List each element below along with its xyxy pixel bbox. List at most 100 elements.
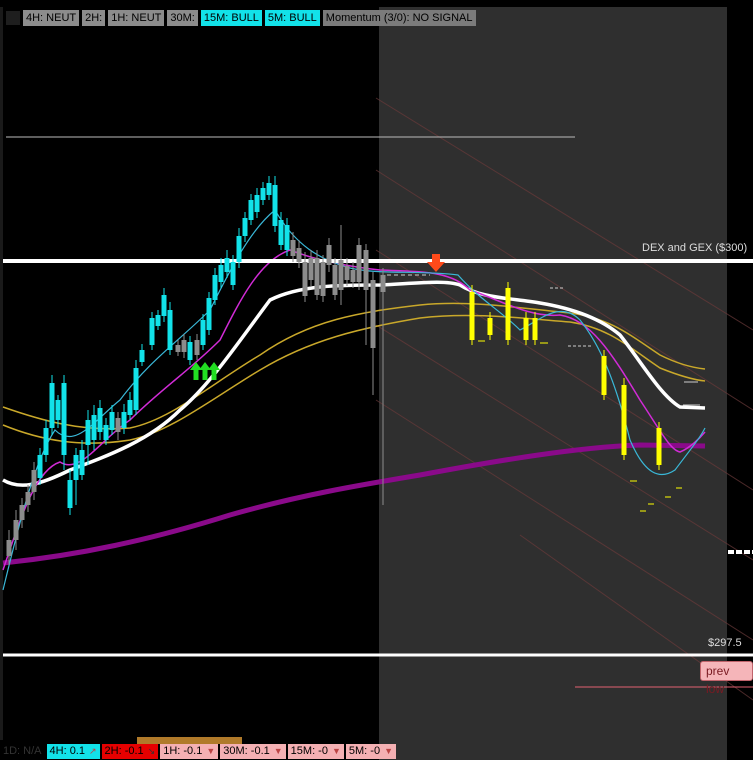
buy-signal-arrows <box>190 362 220 380</box>
candle-body <box>127 400 133 415</box>
candle-body <box>356 245 362 282</box>
bottom-2h-label: 2H: -0.1 <box>104 745 144 757</box>
candle-body <box>236 236 242 262</box>
tag-4h: 4H: NEUT <box>23 10 80 26</box>
candle-body <box>296 248 302 262</box>
bottom-5m: 5M: -0 ▼ <box>345 744 396 759</box>
dex-gex-label: DEX and GEX ($300) <box>642 242 748 254</box>
signal-top-bar: 4H: NEUT 2H: 1H: NEUT 30M: 15M: BULL 5M:… <box>0 9 476 27</box>
candle-body <box>370 280 376 348</box>
tag-momentum: Momentum (3/0): NO SIGNAL <box>322 10 476 26</box>
candle-body <box>55 400 61 420</box>
candle-body <box>266 183 272 195</box>
signal-bottom-bar: 1D: N/A 4H: 0.1 ↗ 2H: -0.1 ↘ 1H: -0.1 ▼ 30M… <box>0 743 398 760</box>
candle-body <box>469 292 475 340</box>
candle-body <box>155 315 161 326</box>
candle-body <box>656 428 662 465</box>
candle-body <box>320 262 326 296</box>
candle-body <box>212 275 218 300</box>
candle-body <box>19 505 25 520</box>
candle-body <box>254 195 260 212</box>
tag-2h: 2H: <box>82 10 106 26</box>
bottom-4h-label: 4H: 0.1 <box>49 745 85 757</box>
candle-body <box>248 200 254 220</box>
bottom-4h: 4H: 0.1 ↗ <box>46 744 100 759</box>
candle-body <box>85 420 91 445</box>
candle-body <box>97 408 103 432</box>
bottom-1d: 1D: N/A <box>0 744 45 759</box>
candle-body <box>181 340 187 352</box>
settings-square-icon[interactable] <box>6 11 20 25</box>
candle-body <box>175 345 181 352</box>
candle-body <box>487 318 493 335</box>
candle-body <box>302 262 308 296</box>
candle-body <box>49 383 55 428</box>
tag-15m: 15M: BULL <box>200 10 262 26</box>
candle-body <box>109 412 115 430</box>
candle-body <box>161 295 167 316</box>
candle-body <box>61 383 67 455</box>
candle-body <box>332 265 338 295</box>
candle-body <box>380 275 386 292</box>
candle-body <box>121 412 127 428</box>
bottom-30m: 30M: -0.1 ▼ <box>220 744 286 759</box>
candle-body <box>363 250 369 290</box>
candle-body <box>523 318 529 340</box>
candle-body <box>194 340 200 355</box>
candle-body <box>206 298 212 330</box>
candle-body <box>67 480 73 508</box>
candle-body <box>278 220 284 245</box>
bottom-15m: 15M: -0 ▼ <box>287 744 344 759</box>
candle-body <box>230 262 236 285</box>
candle-body <box>73 455 79 480</box>
candle-body <box>200 320 206 345</box>
bottom-1h: 1H: -0.1 ▼ <box>160 744 219 759</box>
candle-body <box>601 356 607 395</box>
candle-body <box>37 455 43 478</box>
left-axis-edge <box>0 7 3 740</box>
candle-body <box>91 415 97 440</box>
bottom-2h: 2H: -0.1 ↘ <box>101 744 159 759</box>
candle-body <box>167 310 173 350</box>
candle-body <box>290 240 296 256</box>
bottom-30m-label: 30M: -0.1 <box>223 745 270 757</box>
candle-body <box>115 418 121 432</box>
price-chart[interactable] <box>0 0 753 760</box>
bottom-5m-label: 5M: -0 <box>348 745 381 757</box>
after-hours-shade <box>379 7 727 760</box>
candle-body <box>344 266 350 280</box>
candle-body <box>133 368 139 410</box>
candle-body <box>621 385 627 455</box>
tag-1h: 1H: NEUT <box>108 10 165 26</box>
bottom-1h-label: 1H: -0.1 <box>163 745 203 757</box>
down-triangle-icon: ▼ <box>273 746 283 756</box>
candle-body <box>224 258 230 272</box>
candle-body <box>350 270 356 282</box>
candle-body <box>43 428 49 455</box>
candle-body <box>13 520 19 540</box>
bottom-15m-label: 15M: -0 <box>290 745 328 757</box>
candle-body <box>260 188 266 200</box>
trend-icon: ↗ <box>88 746 97 756</box>
candle-body <box>25 492 31 505</box>
candle-body <box>326 245 332 265</box>
candle-body <box>79 450 85 475</box>
down-triangle-icon: ▼ <box>331 746 341 756</box>
candle-body <box>308 258 314 280</box>
tag-30m: 30M: <box>167 10 198 26</box>
prev-low-badge: prev low <box>700 661 753 696</box>
candle-body <box>284 225 290 250</box>
candle-body <box>139 350 145 362</box>
candle-body <box>505 288 511 340</box>
tag-5m: 5M: BULL <box>264 10 320 26</box>
candle-body <box>272 185 278 226</box>
candle-body <box>149 318 155 345</box>
candle-body <box>218 265 224 282</box>
candle-body <box>242 218 248 236</box>
candle-body <box>103 425 109 440</box>
candle-body <box>31 470 37 492</box>
trend-icon: ↘ <box>147 746 156 756</box>
candle-body <box>338 260 344 290</box>
price-level-label: $297.5 <box>708 637 742 649</box>
down-triangle-icon: ▼ <box>384 746 393 756</box>
